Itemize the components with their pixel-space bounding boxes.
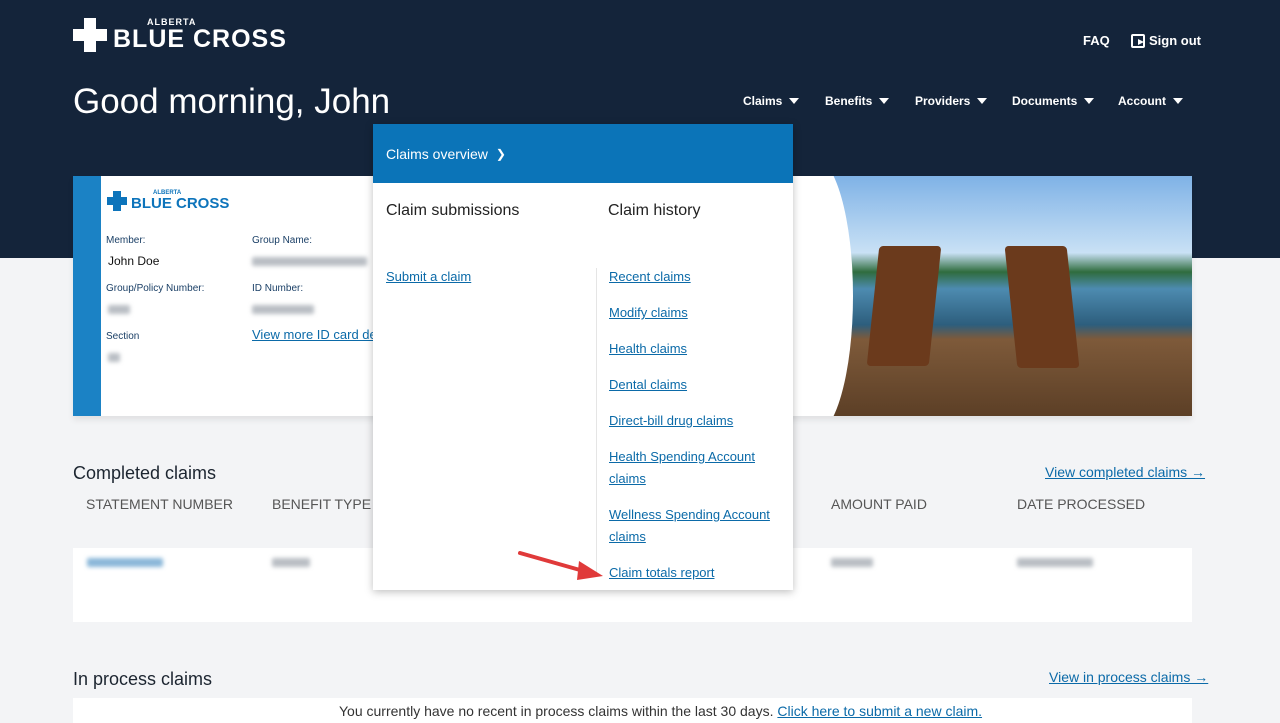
cross-icon — [107, 190, 127, 211]
nav-account-label: Account — [1118, 94, 1166, 108]
claims-overview-label: Claims overview — [386, 145, 488, 162]
submit-new-claim-link[interactable]: Click here to submit a new claim. — [777, 703, 982, 719]
nav-providers[interactable]: Providers — [915, 94, 988, 108]
claims-dropdown-menu: Claims overview ❯ Claim submissions Clai… — [373, 124, 793, 590]
chevron-down-icon — [789, 98, 800, 104]
id-number-label: ID Number: — [252, 283, 304, 294]
wellness-spending-account-claims-link[interactable]: Wellness Spending Account claims — [609, 504, 779, 548]
chevron-right-icon: ❯ — [495, 146, 506, 161]
member-label: Member: — [106, 235, 146, 246]
cross-icon — [73, 18, 107, 52]
nav-documents[interactable]: Documents — [1012, 94, 1095, 108]
card-stripe — [73, 176, 101, 416]
nav-documents-label: Documents — [1012, 94, 1078, 108]
claim-totals-report-link[interactable]: Claim totals report — [609, 562, 784, 584]
faq-link[interactable]: FAQ — [1083, 33, 1110, 48]
arrow-head — [577, 561, 603, 580]
sign-out-label: Sign out — [1149, 33, 1201, 48]
recent-claims-link[interactable]: Recent claims — [609, 266, 784, 288]
arrow-shaft — [518, 551, 589, 574]
date-processed-redacted — [1017, 558, 1093, 567]
member-value: John Doe — [108, 254, 160, 268]
card-logo: ALBERTA BLUE CROSS — [107, 190, 229, 211]
completed-claims-title: Completed claims — [73, 463, 217, 483]
policy-number-label: Group/Policy Number: — [106, 283, 205, 294]
nav-benefits[interactable]: Benefits — [825, 94, 890, 108]
section-redacted — [108, 353, 120, 362]
card-logo-big: BLUE CROSS — [131, 195, 230, 212]
dental-claims-link[interactable]: Dental claims — [609, 374, 784, 396]
sign-out-icon — [1131, 33, 1145, 48]
id-number-redacted — [252, 305, 314, 314]
view-more-id-card-link[interactable]: View more ID card de — [252, 327, 377, 342]
in-process-claims-title: In process claims — [73, 669, 213, 689]
view-in-process-claims-link[interactable]: View in process claims → — [1049, 669, 1208, 685]
sign-out-link[interactable]: Sign out — [1131, 33, 1201, 48]
chevron-down-icon — [977, 98, 988, 104]
chevron-down-icon — [879, 98, 890, 104]
nav-providers-label: Providers — [915, 94, 971, 108]
menu-divider — [596, 268, 597, 573]
claim-submissions-heading: Claim submissions — [386, 202, 520, 219]
modify-claims-link[interactable]: Modify claims — [609, 302, 784, 324]
nav-account[interactable]: Account — [1118, 94, 1183, 108]
col-benefit-type: BENEFIT TYPE — [272, 496, 372, 512]
health-spending-account-claims-link[interactable]: Health Spending Account claims — [609, 446, 769, 490]
col-date-processed: DATE PROCESSED — [1017, 496, 1146, 512]
alberta-blue-cross-logo[interactable]: ALBERTA BLUE CROSS — [73, 18, 287, 52]
claims-overview-link[interactable]: Claims overview ❯ — [373, 124, 793, 183]
in-process-message-text: You currently have no recent in process … — [339, 703, 774, 719]
statement-number-redacted[interactable] — [87, 558, 163, 567]
health-claims-link[interactable]: Health claims — [609, 338, 784, 360]
col-amount-paid: AMOUNT PAID — [831, 496, 927, 512]
in-process-message: You currently have no recent in process … — [339, 703, 982, 719]
greeting-heading: Good morning, John — [73, 82, 391, 121]
logo-big-text: BLUE CROSS — [113, 25, 287, 53]
lake-dock-photo — [813, 176, 1192, 416]
policy-number-redacted — [108, 305, 130, 314]
view-completed-claims-link[interactable]: View completed claims → — [1045, 464, 1205, 480]
chevron-down-icon — [1084, 98, 1095, 104]
benefit-type-redacted — [272, 558, 310, 567]
chair-right — [1004, 246, 1080, 368]
chair-left — [866, 246, 942, 366]
col-statement-number: STATEMENT NUMBER — [86, 496, 234, 512]
claim-history-heading: Claim history — [608, 202, 701, 219]
direct-bill-drug-claims-link[interactable]: Direct-bill drug claims — [609, 410, 784, 432]
group-name-value-redacted — [252, 257, 367, 266]
red-pointer-arrow-icon — [518, 551, 603, 580]
amount-paid-redacted — [831, 558, 873, 567]
nav-benefits-label: Benefits — [825, 94, 873, 108]
group-name-label: Group Name: — [252, 235, 313, 246]
submit-a-claim-link[interactable]: Submit a claim — [386, 266, 561, 288]
nav-claims[interactable]: Claims — [743, 94, 800, 108]
chevron-down-icon — [1173, 98, 1183, 104]
nav-claims-label: Claims — [743, 94, 783, 108]
section-label: Section — [106, 331, 140, 342]
